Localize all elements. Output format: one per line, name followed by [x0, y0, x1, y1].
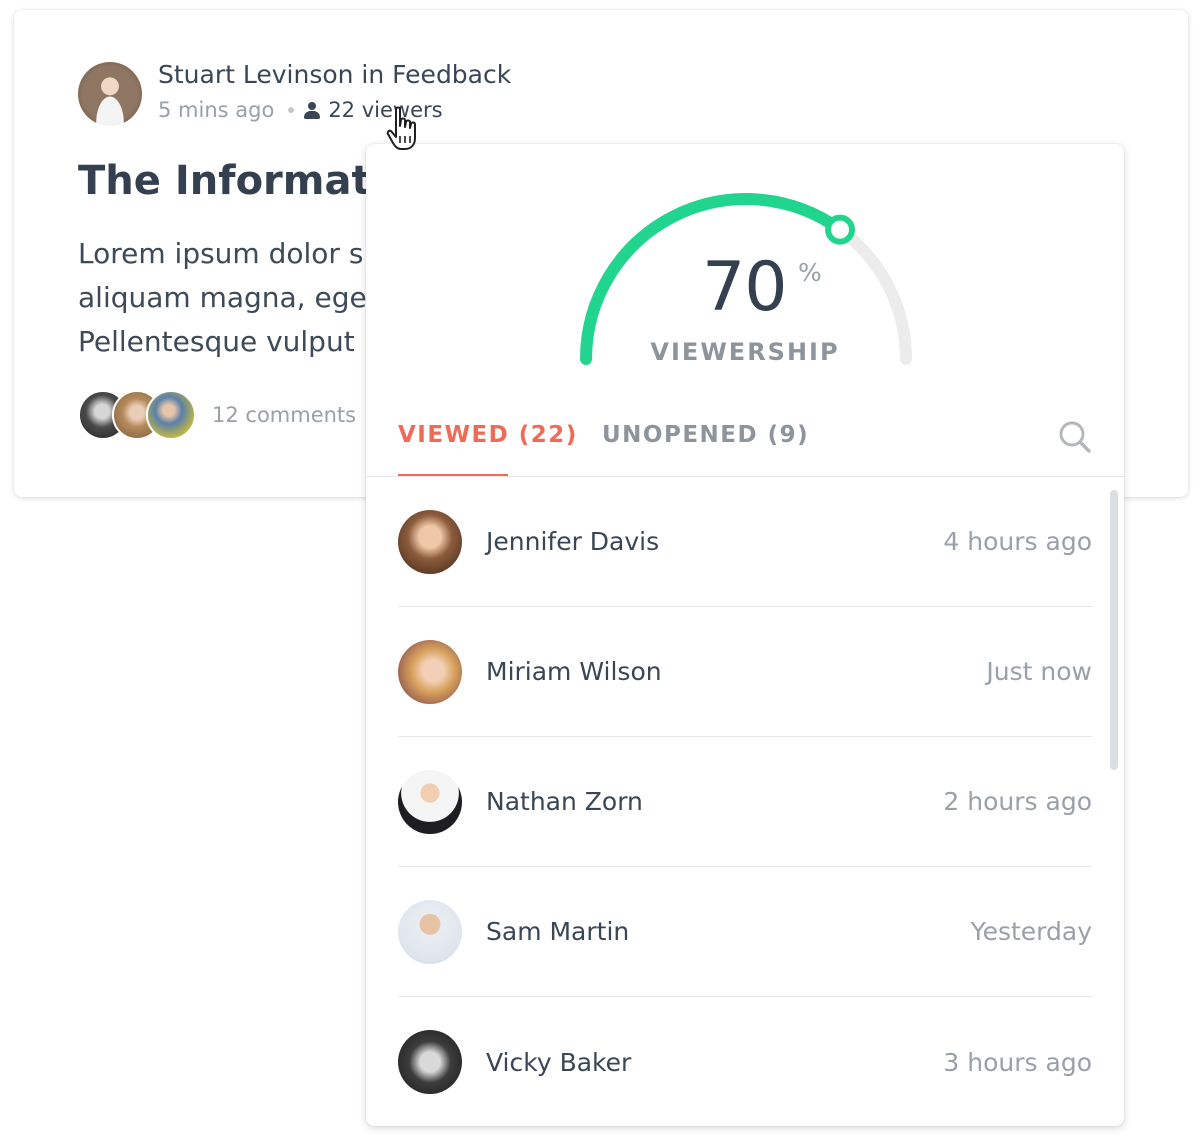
- comments-link[interactable]: 12 comments: [212, 403, 356, 427]
- viewer-name: Vicky Baker: [486, 1047, 632, 1077]
- viewer-row[interactable]: Vicky Baker 3 hours ago: [398, 997, 1092, 1126]
- viewer-time: 4 hours ago: [943, 527, 1092, 556]
- viewer-name: Nathan Zorn: [486, 787, 643, 816]
- viewer-avatar: [398, 1030, 462, 1094]
- user-icon: [304, 101, 321, 119]
- viewership-unit: %: [798, 258, 822, 287]
- viewer-avatar: [398, 769, 462, 834]
- tab-unopened[interactable]: UNOPENED (9): [602, 422, 809, 448]
- gauge-knob: [825, 214, 855, 245]
- viewer-time: 2 hours ago: [943, 787, 1092, 816]
- viewer-name: Jennifer Davis: [486, 527, 660, 556]
- viewer-row[interactable]: Sam Martin Yesterday: [398, 867, 1092, 997]
- viewership-value: 70: [702, 248, 788, 327]
- post-time: 5 mins ago: [158, 98, 275, 122]
- post-title[interactable]: The Informatio: [78, 158, 412, 204]
- viewer-row[interactable]: Miriam Wilson Just now: [398, 607, 1092, 737]
- viewer-name: Miriam Wilson: [486, 657, 662, 686]
- meta-separator: [288, 107, 295, 113]
- commenter-avatar: [146, 390, 196, 440]
- viewers-tabs: VIEWED (22) UNOPENED (9): [398, 416, 1092, 478]
- post-footer: 12 comments: [78, 390, 356, 440]
- list-scrollbar[interactable]: [1110, 490, 1118, 770]
- viewer-avatar: [398, 509, 462, 574]
- viewer-row[interactable]: Nathan Zorn 2 hours ago: [398, 737, 1092, 867]
- post-author-line[interactable]: Stuart Levinson in Feedback: [158, 60, 511, 89]
- author-avatar[interactable]: [78, 62, 142, 126]
- commenter-avatars[interactable]: [78, 390, 196, 440]
- viewers-popover: 70 % VIEWERSHIP VIEWED (22) UNOPENED (9)…: [366, 144, 1124, 1126]
- viewer-avatar: [398, 639, 462, 704]
- viewer-time: Yesterday: [970, 917, 1092, 946]
- viewer-time: 3 hours ago: [943, 1047, 1092, 1077]
- viewer-avatar: [398, 899, 462, 964]
- hand-cursor-icon: [386, 106, 416, 150]
- search-icon[interactable]: [1058, 420, 1092, 454]
- viewer-time: Just now: [986, 657, 1092, 686]
- viewers-list: Jennifer Davis 4 hours ago Miriam Wilson…: [398, 477, 1092, 1126]
- viewership-label: VIEWERSHIP: [650, 338, 840, 366]
- viewer-row[interactable]: Jennifer Davis 4 hours ago: [398, 477, 1092, 607]
- viewer-name: Sam Martin: [486, 917, 630, 946]
- tab-viewed[interactable]: VIEWED (22): [398, 422, 578, 448]
